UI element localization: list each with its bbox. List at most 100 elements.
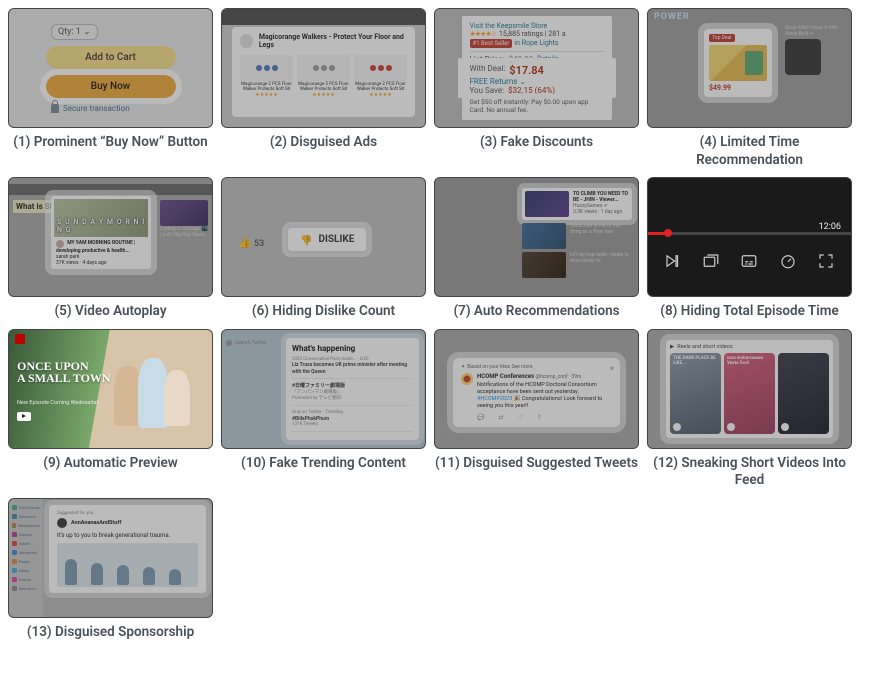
sponsored-post[interactable]: Suggested for you AnnAnanasAndStuff It's… xyxy=(49,505,206,593)
caption-11: (11) Disguised Suggested Tweets xyxy=(435,455,638,473)
autoplay-card[interactable]: S U N D A Y M O R N I N G MY 9AM MORNING… xyxy=(51,196,151,269)
reply-icon[interactable]: 💬 xyxy=(477,414,484,421)
caption-8: (8) Hiding Total Episode Time xyxy=(660,303,838,321)
sidebar-item[interactable]: Memories xyxy=(12,550,40,555)
caption-3: (3) Fake Discounts xyxy=(480,134,593,152)
post-image xyxy=(57,543,198,587)
speed-icon[interactable] xyxy=(779,252,797,270)
recommended-video[interactable]: lofi hip hop radio - beats to relax/stud… xyxy=(522,252,632,278)
reel-item[interactable]: cara embarrasses Vesta Ford xyxy=(724,353,775,434)
side-promo[interactable]: Shop Fitbit Versa 4 with Alexa Built-in xyxy=(785,25,845,77)
close-icon[interactable]: × xyxy=(610,364,614,373)
secure-transaction-label: Secure transaction xyxy=(51,104,130,113)
caption-6: (6) Hiding Dislike Count xyxy=(252,303,395,321)
tile-10: Search Twitter What's happening 2022 Con… xyxy=(221,329,426,490)
sidebar-item[interactable]: News xyxy=(12,568,40,573)
thumbs-down-icon: 👍 xyxy=(300,234,312,245)
recommended-video[interactable]: TO CLIMB YOU NEED TO BE - JHIN - Viewer.… xyxy=(522,188,632,220)
brand-label: POWER xyxy=(654,12,690,22)
brand-logo-icon xyxy=(240,34,253,48)
reels-icon: ▶ xyxy=(670,344,674,350)
sidebar-item[interactable]: Groups xyxy=(12,532,40,537)
sidebar-item[interactable]: Watch xyxy=(12,541,40,546)
episodes-icon[interactable] xyxy=(702,252,720,270)
lock-icon xyxy=(51,104,59,113)
qty-selector[interactable]: Qty: 1 ⌄ xyxy=(51,24,98,40)
thumbs-up-icon[interactable]: 👍 xyxy=(238,236,252,249)
dislike-button[interactable]: 👍 DISLIKE xyxy=(288,228,366,251)
buy-now-button[interactable]: Buy Now xyxy=(46,75,176,98)
top-deal-badge: Top Deal xyxy=(709,34,735,42)
tile-10-thumb: Search Twitter What's happening 2022 Con… xyxy=(221,329,426,449)
sparkle-icon: ✦ xyxy=(461,364,465,370)
tile-9-thumb: ONCE UPON A SMALL TOWN New Episode Comin… xyxy=(8,329,213,449)
best-seller-badge: #1 Best Seller xyxy=(470,39,513,48)
share-icon[interactable]: ⇧ xyxy=(537,414,542,421)
avatar-icon xyxy=(57,518,67,528)
tile-5: What is SLAM? Coding in Chicago 🌃 | LoFi… xyxy=(8,177,213,321)
sidebar-item[interactable]: Pages xyxy=(12,559,40,564)
play-button[interactable] xyxy=(17,412,31,421)
time-label: 12:06 xyxy=(819,222,841,232)
top-deal-popup[interactable]: Top Deal $49.99 xyxy=(704,29,772,97)
based-on-label: ✦ Based on your likes See more xyxy=(461,364,612,370)
trending-item[interactable]: 2022 Conservative Party leade... · LIVE … xyxy=(292,357,413,380)
caption-2: (2) Disguised Ads xyxy=(270,134,377,152)
reels-block: ▶ Reels and short videos THE DARK PLACE … xyxy=(666,340,833,438)
subtitles-icon[interactable] xyxy=(740,252,758,270)
tile-2: Magicorange Walkers - Protect Your Floor… xyxy=(221,8,426,169)
tile-4-thumb: POWER Shop Fitbit Versa 4 with Alexa Bui… xyxy=(647,8,852,128)
tile-5-thumb: What is SLAM? Coding in Chicago 🌃 | LoFi… xyxy=(8,177,213,297)
caption-10: (10) Fake Trending Content xyxy=(241,455,406,473)
recommended-video[interactable]: Subscribe to me in this thing as a 'free… xyxy=(522,223,632,249)
avatar-icon xyxy=(56,240,64,248)
avatar-icon xyxy=(461,373,473,385)
tile-1: Qty: 1 ⌄ Add to Cart Buy Now Secure tran… xyxy=(8,8,213,169)
fullscreen-icon[interactable] xyxy=(817,252,835,270)
tile-3-thumb: Visit the Keepsmile Store ★★★★☆ 15,885 r… xyxy=(434,8,639,128)
tile-12-thumb: ▶ Reels and short videos THE DARK PLACE … xyxy=(647,329,852,449)
tile-6: 👍 53 👎 ➦ SHARE 👍 DISLIKE (6) Hiding Disl… xyxy=(221,177,426,321)
caption-7: (7) Auto Recommendations xyxy=(453,303,619,321)
trending-item[interactable]: Only on Twitter · Trending #BillsPhukPhu… xyxy=(292,410,413,432)
like-icon[interactable]: ♡ xyxy=(518,414,523,421)
ad-title: Magicorange Walkers - Protect Your Floor… xyxy=(259,33,407,49)
subtitle: New Episode Coming Wednesday xyxy=(17,400,99,406)
product-image xyxy=(709,45,767,81)
skip-icon[interactable] xyxy=(664,252,682,270)
retweet-icon[interactable]: ⇄ xyxy=(498,414,503,421)
tile-4: POWER Shop Fitbit Versa 4 with Alexa Bui… xyxy=(647,8,852,169)
tile-9: ONCE UPON A SMALL TOWN New Episode Comin… xyxy=(8,329,213,490)
caption-1: (1) Prominent “Buy Now” Button xyxy=(13,134,207,152)
caption-12: (12) Sneaking Short Videos Into Feed xyxy=(647,455,852,490)
star-icon: ★★★★☆ xyxy=(470,30,496,38)
tile-7-thumb: TO CLIMB YOU NEED TO BE - JHIN - Viewer.… xyxy=(434,177,639,297)
trending-header: What's happening xyxy=(292,344,413,353)
tile-11: × ✦ Based on your likes See more HCOMP C… xyxy=(434,329,639,490)
sidebar-item[interactable]: Welcome xyxy=(12,514,40,519)
reel-item[interactable] xyxy=(778,353,829,434)
sidebar-item[interactable]: Marketplace xyxy=(12,523,40,528)
caption-13: (13) Disguised Sponsorship xyxy=(27,624,194,642)
progress-bar[interactable] xyxy=(648,232,851,235)
tile-13: Find friends Welcome Marketplace Groups … xyxy=(8,498,213,642)
tile-11-thumb: × ✦ Based on your likes See more HCOMP C… xyxy=(434,329,639,449)
ad-card[interactable]: Magicorange Walkers - Protect Your Floor… xyxy=(232,27,415,117)
caption-4: (4) Limited Time Recommendation xyxy=(647,134,852,169)
trending-panel: What's happening 2022 Conservative Party… xyxy=(286,338,419,440)
tile-12: ▶ Reels and short videos THE DARK PLACE … xyxy=(647,329,852,490)
price-panel: Visit the Keepsmile Store ★★★★☆ 15,885 r… xyxy=(462,16,612,120)
tile-8: 12:06 (8) Hiding Total Episode Time xyxy=(647,177,852,321)
add-to-cart-button[interactable]: Add to Cart xyxy=(46,46,176,69)
store-link[interactable]: Visit the Keepsmile Store xyxy=(470,22,604,30)
tile-6-thumb: 👍 53 👎 ➦ SHARE 👍 DISLIKE xyxy=(221,177,426,297)
sidebar-item[interactable]: Events xyxy=(12,577,40,582)
tile-7: TO CLIMB YOU NEED TO BE - JHIN - Viewer.… xyxy=(434,177,639,321)
reel-item[interactable]: THE DARK PLACE BE LIKE... xyxy=(670,353,721,434)
sidebar-item[interactable]: Find friends xyxy=(12,505,40,510)
sidebar-item[interactable]: See more xyxy=(12,586,40,591)
suggested-tweet[interactable]: × ✦ Based on your likes See more HCOMP C… xyxy=(453,358,620,428)
show-title: ONCE UPON A SMALL TOWN xyxy=(17,360,111,384)
trending-item[interactable]: #日曜ファミリー劇場版 『アンパンマン劇場版』 Promoted by テレビ朝… xyxy=(292,383,413,405)
tile-1-thumb: Qty: 1 ⌄ Add to Cart Buy Now Secure tran… xyxy=(8,8,213,128)
